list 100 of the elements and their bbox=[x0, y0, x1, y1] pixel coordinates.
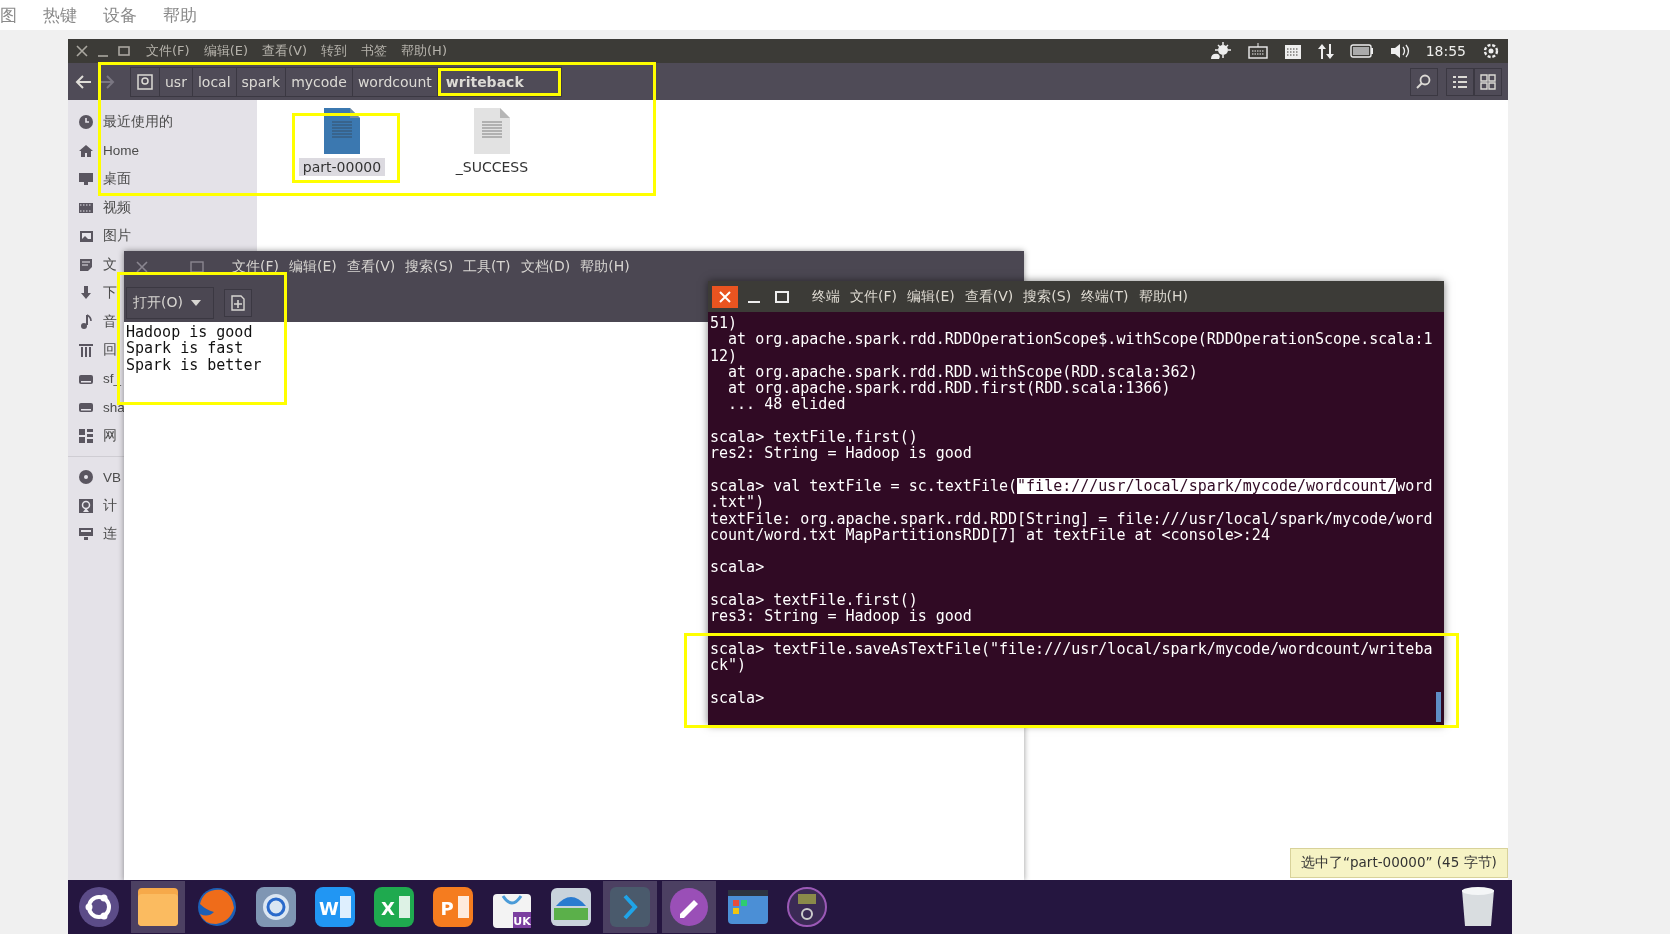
status-tooltip: 选中了“part-00000” (45 字节) bbox=[1290, 848, 1508, 878]
network-icon bbox=[78, 526, 94, 543]
menu-item[interactable]: 图 bbox=[0, 3, 17, 27]
battery-icon[interactable] bbox=[1349, 44, 1374, 58]
terminal-line: scala> textFile.saveAsTextFile("file:///usr/local/spark/mycode/wordcount/writeba bbox=[710, 640, 1433, 658]
chevron-icon[interactable] bbox=[603, 881, 657, 933]
new-document-icon bbox=[230, 294, 246, 311]
sidebar-item[interactable]: 连 bbox=[103, 525, 117, 544]
folder-icon[interactable] bbox=[131, 881, 185, 933]
open-button[interactable]: 打开(O) bbox=[126, 286, 214, 319]
menu-item[interactable]: 帮助(H) bbox=[1138, 287, 1189, 306]
new-document-button[interactable] bbox=[224, 288, 252, 317]
menu-item[interactable]: 热键 bbox=[43, 3, 77, 27]
menu-item[interactable]: 终端 bbox=[812, 287, 840, 306]
menu-item[interactable]: 搜索(S) bbox=[405, 258, 454, 276]
menu-item[interactable]: 转到 bbox=[321, 42, 348, 60]
menu-item[interactable]: 帮助(H) bbox=[401, 42, 447, 60]
sidebar-item[interactable]: 计 bbox=[103, 496, 117, 515]
sidebar-item[interactable]: 音 bbox=[103, 312, 117, 331]
sidebar-item[interactable]: 文 bbox=[103, 255, 117, 274]
sidebar-item[interactable]: sha bbox=[103, 399, 125, 415]
trash-icon[interactable] bbox=[1460, 886, 1496, 928]
terminal-line: 12) bbox=[710, 347, 738, 364]
menu-item[interactable]: 查看(V) bbox=[346, 258, 396, 276]
back-arrow-icon[interactable] bbox=[74, 73, 92, 90]
terminal-line: scala> bbox=[710, 689, 765, 707]
list-icon bbox=[1452, 74, 1468, 89]
terminal-text: scala> val textFile = sc.textFile( bbox=[710, 477, 1018, 495]
sidebar-item[interactable]: 图片 bbox=[103, 227, 131, 246]
terminal-line: 51) bbox=[710, 315, 738, 332]
text-line: Spark is fast bbox=[126, 340, 244, 357]
path-segment[interactable]: writeback bbox=[437, 67, 561, 96]
terminal-text: word bbox=[1396, 477, 1433, 495]
sidebar-item[interactable]: 下 bbox=[103, 284, 117, 303]
terminal-line: res3: String = Hadoop is good bbox=[710, 608, 972, 625]
terminal-line: ... 48 elided bbox=[727, 396, 846, 413]
caret-icon bbox=[190, 299, 201, 306]
sidebar-item[interactable]: VB bbox=[103, 469, 121, 485]
forward-arrow-icon[interactable] bbox=[98, 73, 116, 90]
document-icon bbox=[78, 256, 94, 273]
menu-item[interactable]: 文件(F) bbox=[850, 287, 897, 306]
network-arrows-icon[interactable] bbox=[1317, 42, 1334, 60]
menu-item[interactable]: 帮助 bbox=[163, 3, 197, 27]
keyboard-icon[interactable] bbox=[1247, 43, 1268, 59]
menu-item[interactable]: 文件(F) bbox=[146, 42, 190, 60]
grid-view-button[interactable] bbox=[1474, 67, 1502, 96]
calendar-icon[interactable] bbox=[1283, 42, 1302, 60]
close-icon[interactable] bbox=[76, 45, 88, 57]
menu-item[interactable]: 编辑(E) bbox=[203, 42, 248, 60]
terminal-line: at org.apache.spark.rdd.RDDOperationScope$.withScope(RDDOperationScope.scala:1 bbox=[728, 331, 1433, 348]
terminal-line: res2: String = Hadoop is good bbox=[710, 445, 972, 462]
maximize-icon bbox=[775, 290, 789, 303]
sidebar-item[interactable]: 桌面 bbox=[103, 170, 131, 189]
text-line: Spark is better bbox=[126, 356, 262, 373]
weather-icon[interactable] bbox=[1209, 42, 1232, 60]
terminal-line: scala> textFile.first() bbox=[710, 592, 918, 609]
file-icon[interactable] bbox=[324, 108, 360, 154]
terminal-line: scala> bbox=[710, 559, 765, 576]
maximize-icon[interactable] bbox=[190, 261, 204, 273]
search-button[interactable] bbox=[1410, 67, 1438, 96]
menu-item[interactable]: 查看(V) bbox=[964, 287, 1014, 306]
menu-item[interactable]: 工具(T) bbox=[463, 258, 511, 276]
clock-icon bbox=[78, 114, 94, 131]
volume-icon[interactable] bbox=[1389, 43, 1410, 59]
home-icon bbox=[78, 142, 94, 159]
disc-icon bbox=[78, 469, 94, 486]
clock[interactable]: 18:55 bbox=[1425, 43, 1466, 59]
pencil-icon[interactable] bbox=[662, 881, 716, 933]
terminal-line: count/word.txt MapPartitionsRDD[7] at textFile at <console>:24 bbox=[710, 526, 1270, 544]
menu-item[interactable]: 帮助(H) bbox=[580, 258, 630, 276]
sidebar-item[interactable]: Home bbox=[103, 143, 139, 159]
close-icon bbox=[719, 290, 731, 303]
menu-item[interactable]: 编辑(E) bbox=[907, 287, 955, 306]
maximize-icon[interactable] bbox=[118, 45, 130, 57]
sidebar-item[interactable]: 视频 bbox=[103, 198, 131, 217]
menu-item[interactable]: 书签 bbox=[361, 42, 388, 60]
menu-item[interactable]: 设备 bbox=[103, 3, 137, 27]
grid-icon bbox=[1480, 73, 1496, 90]
menu-item[interactable]: 编辑(E) bbox=[289, 258, 337, 276]
menu-item[interactable]: 搜索(S) bbox=[1023, 287, 1072, 306]
menu-item[interactable]: 文档(D) bbox=[520, 258, 571, 276]
text-line: Hadoop is good bbox=[126, 324, 253, 341]
sidebar-item[interactable]: 最近使用的 bbox=[103, 113, 173, 132]
file-name[interactable]: part-00000 bbox=[298, 158, 386, 176]
terminal-line: .txt") bbox=[710, 494, 765, 511]
terminal-line: at org.apache.spark.rdd.RDD.withScope(RDD.scala:362) bbox=[728, 363, 1198, 381]
sidebar-item[interactable]: 回 bbox=[103, 341, 117, 360]
terminal-line: scala> textFile.first() bbox=[710, 429, 918, 446]
close-icon[interactable] bbox=[136, 261, 148, 273]
list-view-button[interactable] bbox=[1446, 67, 1474, 96]
monitor-icon bbox=[78, 171, 94, 188]
scrollbar-thumb[interactable] bbox=[1436, 692, 1441, 722]
menu-item[interactable]: 查看(V) bbox=[262, 42, 308, 60]
menu-item[interactable]: 终端(T) bbox=[1081, 287, 1129, 306]
music-icon bbox=[78, 313, 94, 330]
close-button[interactable] bbox=[712, 285, 738, 308]
minimize-icon bbox=[747, 300, 761, 303]
file-name[interactable]: _SUCCESS bbox=[451, 158, 533, 176]
terminal-line: ck") bbox=[710, 657, 747, 674]
sidebar-item[interactable]: 网 bbox=[103, 426, 117, 445]
